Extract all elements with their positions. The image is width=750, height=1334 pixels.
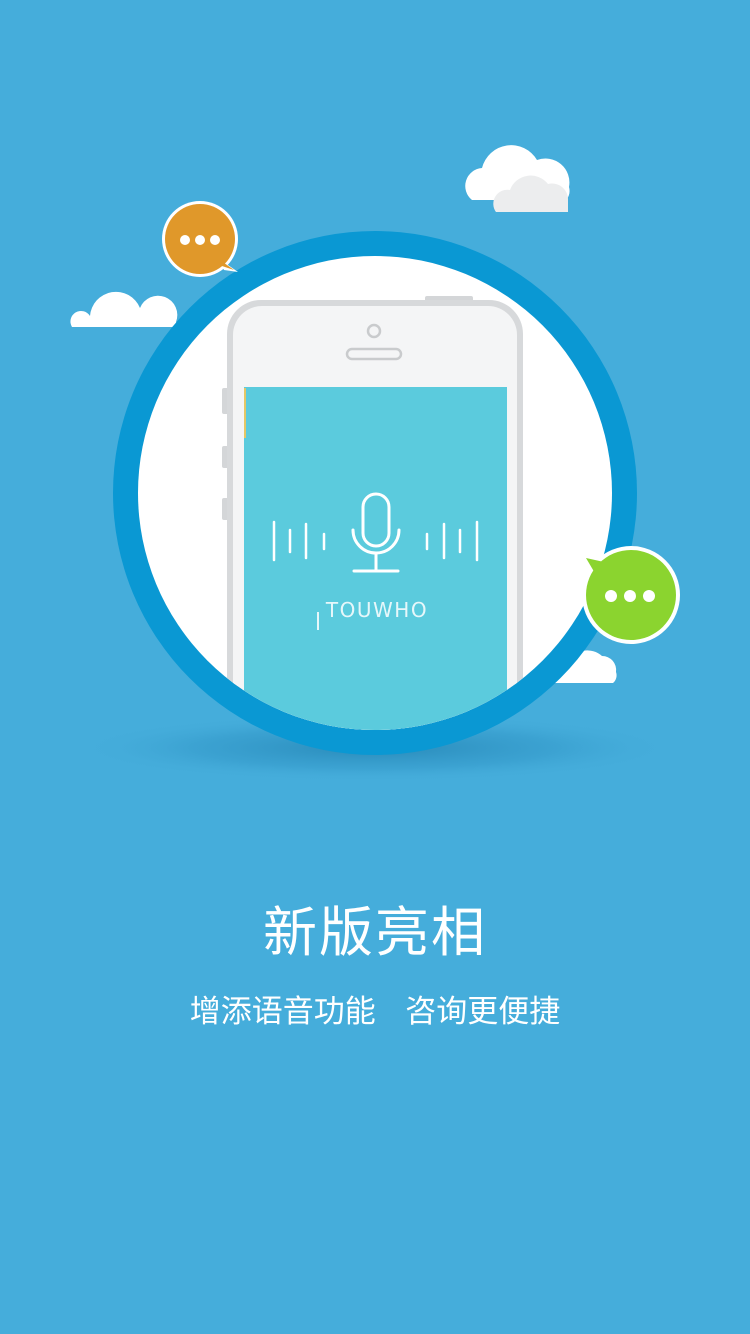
chat-bubble-green-icon: [582, 546, 680, 644]
brand-logo: TOUWHO: [325, 598, 428, 622]
cloud-icon: [465, 145, 570, 212]
cloud-icon: [70, 291, 178, 327]
subheadline: 增添语音功能 咨询更便捷: [189, 994, 561, 1030]
chat-bubble-orange-icon: [162, 201, 238, 277]
headline: 新版亮相: [263, 901, 487, 964]
splash-illustration: TOUWHO: [70, 145, 680, 782]
